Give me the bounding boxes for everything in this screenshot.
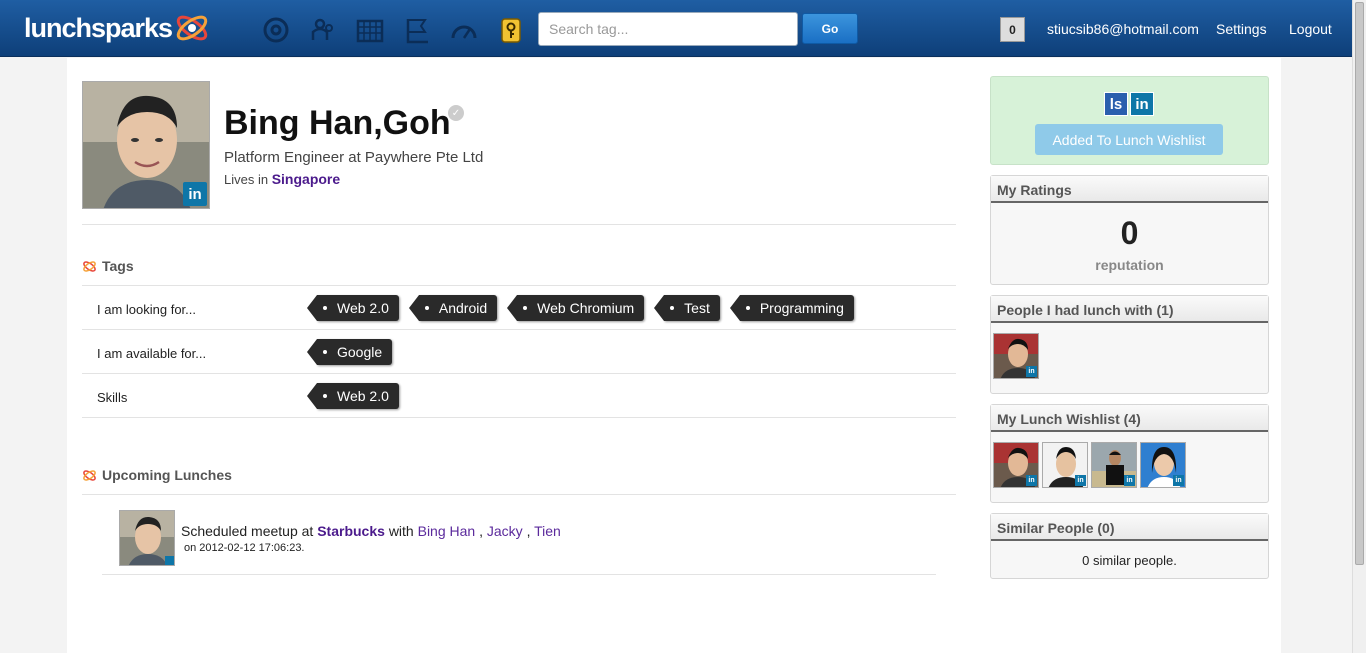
lunch-separator: , [526, 523, 531, 539]
logo[interactable]: lunchsparks [24, 10, 211, 46]
tag-row-available-for: I am available for... Google [82, 330, 956, 374]
search-tag-input[interactable] [538, 12, 798, 46]
avatar[interactable]: in [1091, 442, 1137, 488]
flag-icon[interactable] [399, 12, 434, 47]
notification-count[interactable]: 0 [1000, 17, 1025, 42]
nav-icon-bar [258, 12, 528, 47]
lunch-place-link[interactable]: Starbucks [317, 523, 385, 539]
location-link[interactable]: Singapore [272, 171, 340, 187]
lunch-separator: , [479, 523, 483, 539]
profile-headline: Platform Engineer at Paywhere Pte Ltd [224, 149, 484, 166]
lunched-with-avatars: in [991, 323, 1268, 379]
lunch-description: Scheduled meetup at Starbucks with Bing … [181, 523, 561, 539]
tag-chip[interactable]: Web 2.0 [307, 383, 399, 409]
my-ratings-box: My Ratings 0 reputation [990, 175, 1269, 285]
lunch-wishlist-box: My Lunch Wishlist (4) in in in in [990, 404, 1269, 503]
settings-link[interactable]: Settings [1216, 21, 1267, 37]
linkedin-mini-icon: in [1026, 366, 1037, 377]
tag-row-label: I am looking for... [97, 302, 196, 317]
tag-row-looking-for: I am looking for... Web 2.0 Android Web … [82, 286, 956, 330]
tag-row-label: I am available for... [97, 346, 207, 361]
logo-text: lunchsparks [24, 12, 173, 43]
lives-in-label: Lives in [224, 172, 269, 187]
tag-chip[interactable]: Web 2.0 [307, 295, 399, 321]
linkedin-mini-icon: in [1173, 475, 1184, 486]
similar-people-box: Similar People (0) 0 similar people. [990, 513, 1269, 579]
atom-section-icon [83, 469, 96, 481]
linkedin-mini-icon: in [1124, 475, 1135, 486]
social-links: ls in [1104, 92, 1154, 116]
tag-chip[interactable]: Android [408, 295, 498, 321]
profile-location: Lives in Singapore [224, 171, 340, 187]
calendar-icon[interactable] [352, 12, 387, 47]
verified-check-icon: ✓ [448, 105, 464, 121]
tag-chip[interactable]: Programming [729, 295, 854, 321]
people-icon[interactable] [305, 12, 340, 47]
tag-list: Google [306, 339, 393, 365]
home-icon[interactable] [258, 12, 293, 47]
similar-people-title: Similar People (0) [991, 514, 1268, 541]
tag-chip[interactable]: Test [654, 295, 720, 321]
avatar[interactable]: in [993, 333, 1039, 379]
lunch-person-link[interactable]: Bing Han [418, 523, 476, 539]
lunch-person-link[interactable]: Jacky [487, 523, 523, 539]
atom-logo-icon [176, 15, 208, 41]
lunch-date: on 2012-02-12 17:06:23. [184, 542, 305, 554]
key-icon[interactable] [493, 12, 528, 47]
profile-name: Bing Han,Goh [224, 104, 451, 142]
wishlist-avatars: in in in in [991, 432, 1268, 488]
logout-link[interactable]: Logout [1289, 21, 1332, 37]
tag-row-skills: Skills Web 2.0 [82, 374, 956, 418]
atom-section-icon [83, 260, 96, 272]
linkedin-profile-icon[interactable]: in [1130, 92, 1154, 116]
top-navigation-bar: lunchsparks Go 0 stiucsib86@hotmail.com … [0, 0, 1352, 57]
lunch-wishlist-title: My Lunch Wishlist (4) [991, 405, 1268, 432]
lunchsparks-profile-icon[interactable]: ls [1104, 92, 1128, 116]
lunch-item: Scheduled meetup at Starbucks with Bing … [102, 483, 936, 575]
tags-title: Tags [102, 258, 134, 274]
tag-chip[interactable]: Google [306, 339, 393, 365]
added-to-wishlist-button[interactable]: Added To Lunch Wishlist [1035, 124, 1223, 155]
avatar[interactable]: in [993, 442, 1039, 488]
dashboard-icon[interactable] [446, 12, 481, 47]
go-button[interactable]: Go [802, 13, 858, 44]
similar-people-text: 0 similar people. [1082, 553, 1177, 568]
linkedin-badge-icon: in [183, 182, 207, 206]
wishlist-action-box: ls in Added To Lunch Wishlist [990, 76, 1269, 165]
profile-photo: in [82, 81, 210, 209]
linkedin-mini-icon: in [1026, 475, 1037, 486]
linkedin-mini-icon: in [1075, 475, 1086, 486]
avatar[interactable]: in [1140, 442, 1186, 488]
reputation-label: reputation [1095, 257, 1164, 273]
vertical-scrollbar[interactable] [1352, 0, 1366, 653]
upcoming-lunches-section-title: Upcoming Lunches [82, 467, 232, 483]
ratings-title: My Ratings [991, 176, 1268, 203]
reputation-value: 0 [1120, 215, 1139, 251]
tag-row-label: Skills [97, 390, 128, 405]
lunched-with-title: People I had lunch with (1) [991, 296, 1268, 323]
lunched-with-box: People I had lunch with (1) in [990, 295, 1269, 394]
lunch-with-label: with [388, 523, 414, 539]
avatar[interactable]: in [1042, 442, 1088, 488]
upcoming-lunches-title: Upcoming Lunches [102, 467, 232, 483]
tags-section-title: Tags [82, 258, 134, 274]
scrollbar-thumb[interactable] [1355, 2, 1364, 565]
tag-list: Web 2.0 [307, 383, 399, 409]
lunch-prefix: Scheduled meetup at [181, 523, 314, 539]
divider [82, 224, 956, 225]
lunch-person-link[interactable]: Tien [534, 523, 561, 539]
tag-list: Web 2.0 Android Web Chromium Test Progra… [307, 295, 854, 321]
user-email-link[interactable]: stiucsib86@hotmail.com [1047, 21, 1199, 37]
lunch-host-avatar[interactable] [119, 510, 175, 566]
tag-chip[interactable]: Web Chromium [507, 295, 645, 321]
